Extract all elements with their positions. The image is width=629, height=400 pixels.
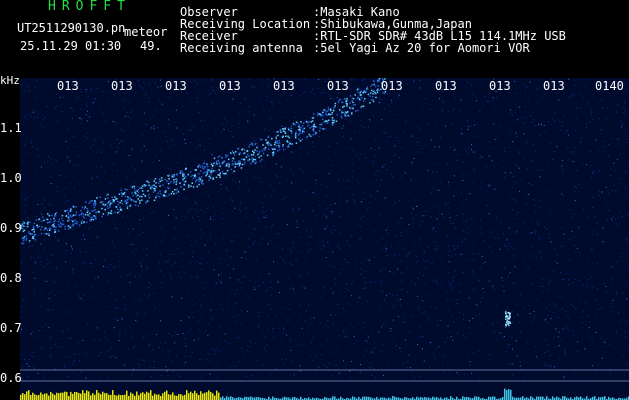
spectrogram-window: HROFFT UT2511290130.pn meteor 25.11.29 0… bbox=[0, 0, 629, 400]
app-title: HROFFT bbox=[48, 0, 131, 14]
x-tick-label: 013 bbox=[327, 79, 349, 93]
y-tick-label: 1.0 bbox=[0, 171, 22, 185]
y-tick-label: 0.7 bbox=[0, 321, 22, 335]
y-tick-label: 0.6 bbox=[0, 371, 22, 385]
spectrogram-canvas bbox=[20, 78, 629, 400]
x-tick-label: 013 bbox=[111, 79, 133, 93]
x-tick-label: 013 bbox=[165, 79, 187, 93]
drifting-trace bbox=[20, 78, 387, 245]
antenna-value: :5el Yagi Az 20 for Aomori VOR bbox=[313, 41, 530, 55]
x-tick-label: 013 bbox=[57, 79, 79, 93]
x-tick-label: 013 bbox=[543, 79, 565, 93]
x-tick-label: 013 bbox=[489, 79, 511, 93]
meteor-echo bbox=[505, 311, 512, 327]
x-tick-label: 013 bbox=[381, 79, 403, 93]
mode-label: meteor bbox=[124, 25, 168, 39]
date-time: 25.11.29 01:30 bbox=[20, 39, 122, 53]
file-name: UT2511290130.pn bbox=[17, 21, 126, 35]
noise-field bbox=[20, 78, 629, 379]
level-bars bbox=[20, 388, 629, 400]
y-axis-unit: kHz bbox=[0, 74, 20, 87]
x-tick-label: 0140 bbox=[595, 79, 624, 93]
detection-count: 49. bbox=[140, 39, 162, 53]
x-tick-label: 013 bbox=[273, 79, 295, 93]
y-tick-label: 1.1 bbox=[0, 121, 22, 135]
y-tick-label: 0.9 bbox=[0, 221, 22, 235]
x-tick-label: 013 bbox=[435, 79, 457, 93]
antenna-label: Receiving antenna bbox=[180, 41, 303, 55]
spectrogram-plot bbox=[20, 78, 629, 400]
x-tick-label: 013 bbox=[219, 79, 241, 93]
y-tick-label: 0.8 bbox=[0, 271, 22, 285]
